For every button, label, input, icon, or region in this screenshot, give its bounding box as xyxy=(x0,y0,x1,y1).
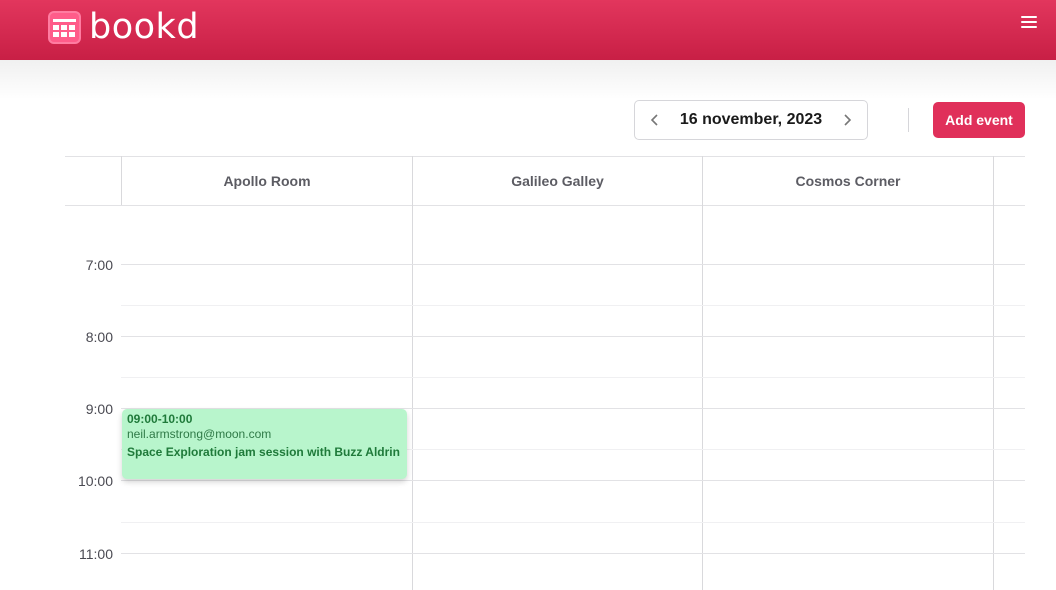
room-header-apollo: Apollo Room xyxy=(223,172,311,189)
grid-line xyxy=(702,156,703,590)
event-time: 09:00-10:00 xyxy=(127,412,193,426)
room-header-cosmos: Cosmos Corner xyxy=(795,172,901,189)
event-organizer-email: neil.armstrong@moon.com xyxy=(127,427,272,441)
half-hour-line xyxy=(121,522,1025,523)
grid-line xyxy=(412,156,413,590)
event-card[interactable]: 09:00-10:00 neil.armstrong@moon.com Spac… xyxy=(122,409,407,479)
half-hour-line xyxy=(121,377,1025,378)
chevron-left-icon[interactable] xyxy=(645,110,665,130)
date-picker: 16 november, 2023 xyxy=(634,100,868,140)
time-label: 8:00 xyxy=(85,329,113,345)
add-event-button[interactable]: Add event xyxy=(933,102,1025,138)
room-header-galileo: Galileo Galley xyxy=(511,172,604,189)
event-title: Space Exploration jam session with Buzz … xyxy=(127,445,400,459)
hour-line xyxy=(121,553,1025,554)
half-hour-line xyxy=(121,305,1025,306)
hour-line xyxy=(121,336,1025,337)
hamburger-menu-icon[interactable] xyxy=(1021,16,1039,30)
time-label: 11:00 xyxy=(79,546,113,562)
time-label: 9:00 xyxy=(85,401,113,417)
calendar-grid-icon xyxy=(48,11,81,44)
app-name: bookd xyxy=(89,7,200,47)
grid-line xyxy=(993,156,994,590)
grid-line xyxy=(65,205,1025,206)
toolbar-divider xyxy=(908,108,909,132)
hour-line xyxy=(121,480,1025,481)
chevron-right-icon[interactable] xyxy=(837,110,857,130)
logo[interactable]: bookd xyxy=(48,7,200,47)
top-bar: bookd xyxy=(0,0,1056,100)
calendar-grid: Apollo Room Galileo Galley Cosmos Corner… xyxy=(65,156,1025,590)
hour-line xyxy=(121,264,1025,265)
time-label: 7:00 xyxy=(85,257,113,273)
current-date: 16 november, 2023 xyxy=(679,111,823,128)
time-label: 10:00 xyxy=(77,473,113,489)
